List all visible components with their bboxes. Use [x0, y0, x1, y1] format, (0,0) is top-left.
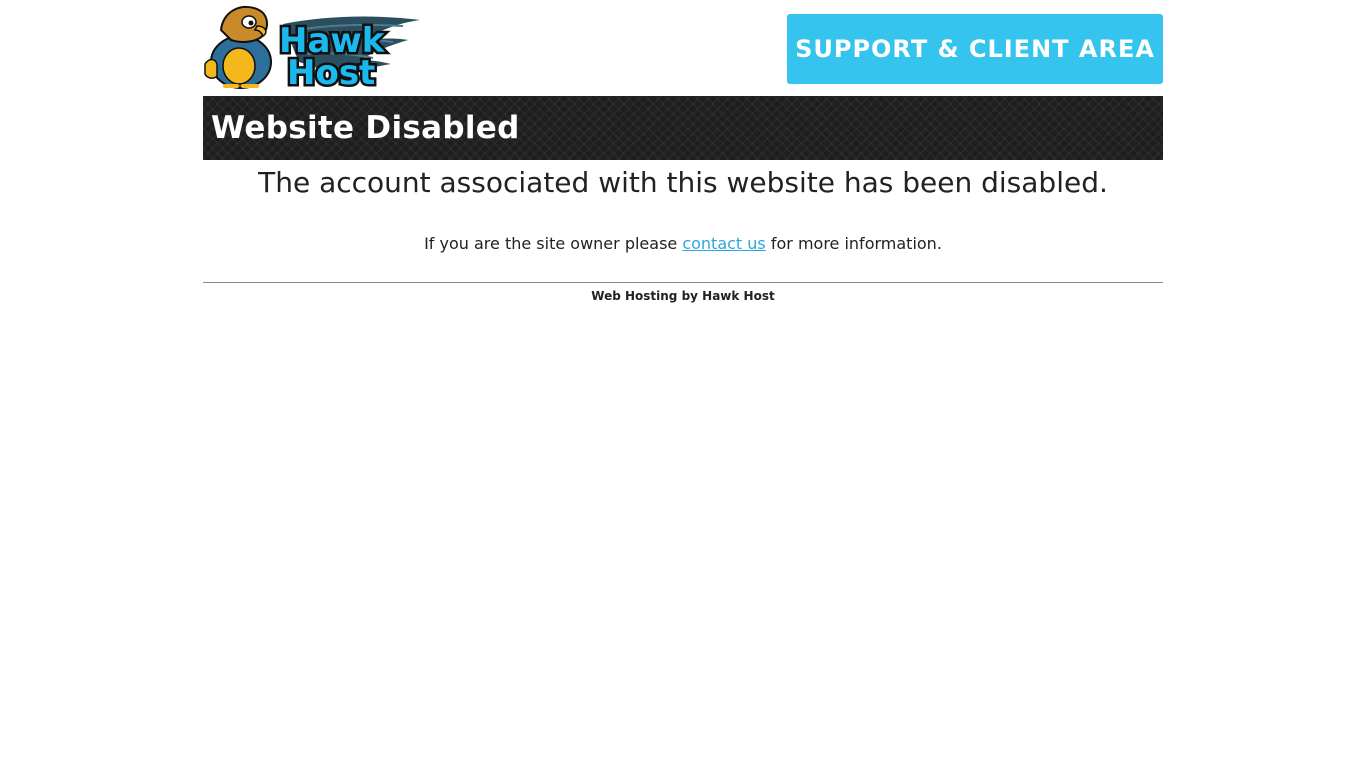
title-bar: Website Disabled	[203, 96, 1163, 160]
footer-divider	[203, 282, 1163, 283]
support-client-area-button[interactable]: SUPPORT & CLIENT AREA	[787, 14, 1163, 84]
footer-credit: Web Hosting by Hawk Host	[591, 289, 775, 303]
hawk-mascot-icon: Hawk Host	[204, 5, 420, 96]
disabled-message: The account associated with this website…	[258, 166, 1108, 199]
header: Hawk Host SUPPORT & CLIENT AREA	[203, 0, 1163, 96]
owner-info-suffix: for more information.	[765, 234, 942, 253]
owner-info-prefix: If you are the site owner please	[424, 234, 683, 253]
page-container: Hawk Host SUPPORT & CLIENT AREA Website …	[203, 0, 1163, 303]
hawk-host-logo[interactable]: Hawk Host	[203, 2, 421, 96]
contact-us-link[interactable]: contact us	[682, 234, 765, 253]
owner-info-text: If you are the site owner please contact…	[203, 234, 1163, 254]
page-title: Website Disabled	[211, 110, 520, 146]
logo-text-host: Host	[287, 53, 375, 90]
